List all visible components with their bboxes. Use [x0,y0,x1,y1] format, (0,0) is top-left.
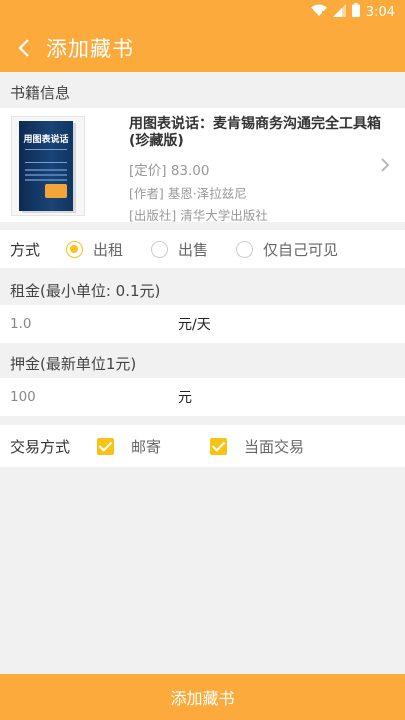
add-book-button[interactable]: 添加藏书 [0,674,405,720]
trade-label: 交易方式 [10,437,71,456]
page-title: 添加藏书 [46,37,134,61]
trade-inperson-label: 当面交易 [244,437,305,456]
cover-title: 用图表说话 [23,135,69,145]
chevron-left-icon [18,39,29,57]
book-cover: 用图表说话 [11,116,85,216]
checkbox-checked-icon[interactable] [97,437,114,455]
book-title: 用图表说话：麦肯锡商务沟通完全工具箱(珍藏版) [129,116,381,149]
radio-private[interactable]: 仅自己可见 [236,239,338,260]
deposit-unit: 元 [178,390,192,406]
radio-private-label: 仅自己可见 [263,240,339,259]
deposit-row: 元 [0,378,405,416]
trade-row: 交易方式 邮寄 当面交易 [0,425,405,467]
back-button[interactable] [0,24,48,72]
radio-checked-icon [66,240,83,258]
rent-unit: 元/天 [178,317,211,333]
checkbox-checked-icon[interactable] [210,437,228,455]
deposit-input[interactable] [10,389,160,405]
signal-icon [332,3,346,21]
battery-icon [351,3,360,21]
book-price: [定价] 83.00 [129,163,210,179]
mode-row: 方式 出租 出售 仅自己可见 [0,230,405,268]
rent-row: 元/天 [0,305,405,343]
rent-label: 租金(最小单位: 0.1元) [10,281,161,300]
radio-sell-label: 出售 [178,240,209,259]
radio-rent-label: 出租 [93,240,124,259]
book-info-heading: 书籍信息 [10,83,71,102]
rent-input[interactable] [10,316,160,332]
trade-inperson-option[interactable]: 当面交易 [210,436,304,457]
trade-mail-option[interactable]: 邮寄 [97,436,161,457]
radio-rent[interactable]: 出租 [66,239,123,260]
radio-unchecked-icon [236,240,254,258]
toolbar: 添加藏书 [0,24,405,72]
radio-sell[interactable]: 出售 [151,239,208,260]
radio-unchecked-icon [151,240,169,258]
trade-mail-label: 邮寄 [131,437,162,456]
mode-label: 方式 [10,240,41,259]
deposit-label: 押金(最新单位1元) [10,354,137,373]
book-publisher: [出版社] 清华大学出版社 [129,208,268,223]
status-time: 3:04 [365,4,395,20]
wifi-icon [310,4,327,20]
book-card[interactable]: 用图表说话 用图表说话：麦肯锡商务沟通完全工具箱(珍藏版) [定价] 83.00… [0,108,405,223]
chevron-right-icon [381,158,390,172]
book-author: [作者] 基恩·泽拉兹尼 [129,186,247,201]
status-bar: 3:04 [0,0,405,24]
